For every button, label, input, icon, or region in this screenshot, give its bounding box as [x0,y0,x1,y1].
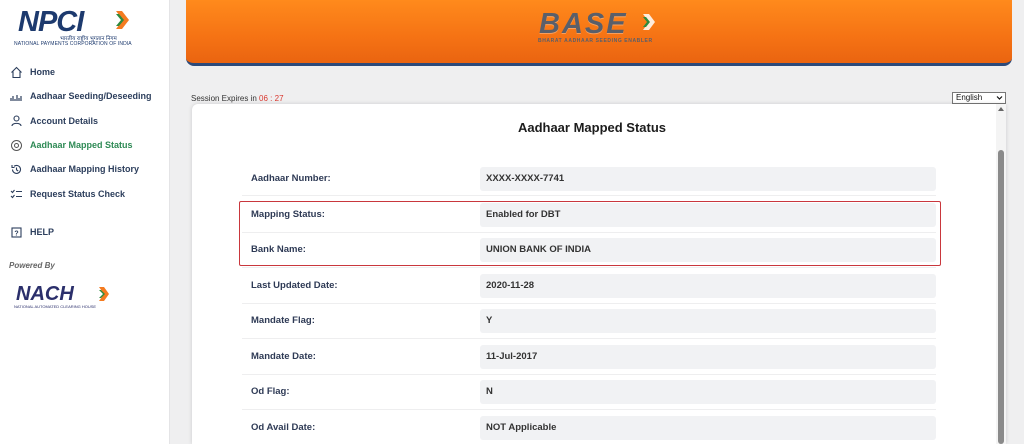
sidebar-item-aadhaar-mapping-history[interactable]: Aadhaar Mapping History [0,157,170,181]
session-expiry: Session Expires in 06 : 27 [191,94,284,103]
language-select[interactable]: English [952,92,1006,104]
sidebar-nav: Home Aadhaar Seeding/Deseeding Account D… [0,60,170,206]
npci-subtitle: NATIONAL PAYMENTS CORPORATION OF INDIA [14,41,132,47]
detail-value: 11-Jul-2017 [480,345,936,369]
sidebar-item-help[interactable]: ? HELP [0,220,170,244]
detail-label: Od Flag: [251,386,290,397]
row-divider [242,195,936,196]
sidebar-item-aadhaar-mapped-status[interactable]: Aadhaar Mapped Status [0,133,170,157]
row-divider [242,374,936,375]
sidebar: NPCI भारतीय राष्ट्रीय भुगतान निगम NATION… [0,0,170,444]
nach-logo-text: NACH [16,283,74,305]
sidebar-item-label: Request Status Check [30,188,126,199]
target-icon [10,139,23,152]
sidebar-item-label: Aadhaar Mapping History [30,164,140,175]
svg-text:?: ? [14,230,18,237]
row-divider [242,338,936,339]
sidebar-item-request-status-check[interactable]: Request Status Check [0,181,170,205]
detail-value: N [480,380,936,404]
history-icon [10,163,23,176]
base-chevron-icon [643,14,655,30]
card-scrollbar[interactable] [996,104,1006,444]
nach-logo: NACH NATIONAL AUTOMATED CLEARING HOUSE [14,281,134,311]
status-check-icon [10,187,23,200]
header-banner: BASE BHARAT AADHAAR SEEDING ENABLER [186,0,1012,66]
scrollbar-thumb[interactable] [998,150,1004,444]
scroll-up-arrow-icon[interactable] [998,107,1004,111]
home-icon [10,66,23,79]
nach-subtitle: NATIONAL AUTOMATED CLEARING HOUSE [14,304,97,309]
highlight-box [239,201,941,266]
detail-row-mandate-date: Mandate Date: 11-Jul-2017 [242,345,936,369]
detail-label: Mandate Date: [251,351,316,362]
detail-row-od-avail-date: Od Avail Date: NOT Applicable [242,416,936,440]
detail-value: XXXX-XXXX-7741 [480,167,936,191]
row-divider [242,303,936,304]
row-divider [242,267,936,268]
row-divider [242,409,936,410]
user-icon [10,114,23,127]
language-selected: English [956,93,983,102]
help-section: ? HELP [0,220,170,244]
nach-chevron-icon [99,287,109,301]
detail-row-od-flag: Od Flag: N [242,380,936,404]
base-logo-text: BASE [539,8,628,40]
detail-value: Y [480,309,936,333]
sidebar-item-account-details[interactable]: Account Details [0,109,170,133]
npci-chevron-icon [116,11,129,29]
base-subtitle: BHARAT AADHAAR SEEDING ENABLER [538,38,653,44]
npci-logo[interactable]: NPCI भारतीय राष्ट्रीय भुगतान निगम NATION… [12,6,162,50]
detail-label: Od Avail Date: [251,422,316,433]
page-title: Aadhaar Mapped Status [517,120,667,135]
seeding-icon [10,90,23,103]
sidebar-item-label: Account Details [30,115,99,126]
detail-value: 2020-11-28 [480,274,936,298]
sidebar-item-label: Aadhaar Mapped Status [30,140,133,151]
detail-label: Last Updated Date: [251,280,338,291]
detail-row-aadhaar-number: Aadhaar Number: XXXX-XXXX-7741 [242,167,936,191]
powered-by-label: Powered By [9,261,55,270]
detail-label: Mandate Flag: [251,315,315,326]
sidebar-item-label: Aadhaar Seeding/Deseeding [30,91,152,102]
detail-row-mandate-flag: Mandate Flag: Y [242,309,936,333]
sidebar-item-aadhaar-seeding[interactable]: Aadhaar Seeding/Deseeding [0,84,170,108]
help-icon: ? [10,226,23,239]
session-label: Session Expires in [191,94,257,103]
detail-row-last-updated-date: Last Updated Date: 2020-11-28 [242,274,936,298]
session-timer: 06 : 27 [259,94,284,103]
detail-label: Aadhaar Number: [251,173,331,184]
sidebar-item-label: Home [30,67,56,78]
status-card: Aadhaar Mapped Status Aadhaar Number: XX… [192,104,1006,444]
sidebar-item-home[interactable]: Home [0,60,170,84]
sidebar-item-label: HELP [30,227,55,238]
detail-value: NOT Applicable [480,416,936,440]
